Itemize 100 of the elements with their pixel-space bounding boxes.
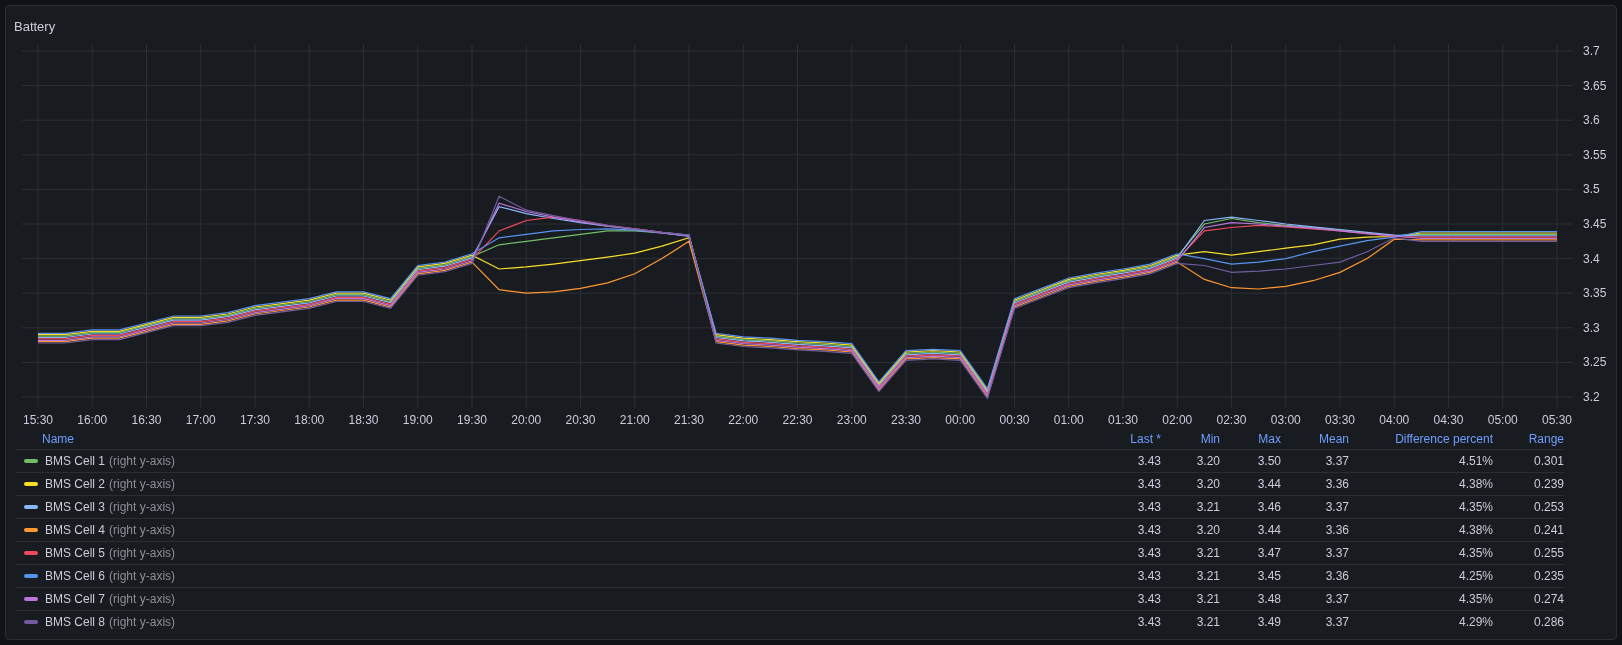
x-axis-label: 17:00 (185, 413, 216, 427)
x-axis-label: 03:00 (1270, 413, 1301, 427)
table-cell-text: 3.20 (1196, 476, 1220, 493)
table-cell-text: 0.286 (1533, 614, 1564, 631)
series-name[interactable]: BMS Cell 7 (45, 590, 106, 608)
series-name[interactable]: BMS Cell 3 (45, 498, 106, 516)
series-name[interactable]: BMS Cell 2 (45, 475, 106, 493)
x-axis-label: 21:00 (619, 413, 650, 427)
column-header[interactable]: Name (16, 430, 74, 448)
series-name[interactable]: BMS Cell 6 (45, 567, 106, 585)
x-axis-label: 05:00 (1487, 413, 1518, 427)
axis-note: (right y-axis) (108, 522, 176, 539)
table-cell-text: 3.43 (1137, 453, 1161, 470)
y-axis-label: 3.4 (1583, 251, 1600, 266)
table-cell-text: 3.43 (1137, 568, 1161, 585)
x-axis-label: 00:30 (999, 413, 1030, 427)
axis-note: (right y-axis) (108, 591, 176, 608)
table-cell-text: 0.274 (1533, 591, 1564, 608)
x-axis-label: 00:00 (945, 413, 976, 427)
x-axis-label: 23:30 (891, 413, 921, 427)
table-cell-text: 3.43 (1137, 522, 1161, 539)
table-cell-text: 4.38% (1458, 522, 1493, 539)
table-cell-text: 3.21 (1196, 545, 1220, 562)
series-name[interactable]: BMS Cell 8 (45, 613, 106, 631)
x-axis-label: 17:30 (240, 413, 270, 427)
table-cell-text: 3.20 (1196, 453, 1220, 470)
table-cell-text: 0.301 (1533, 453, 1564, 470)
table-cell-text: 4.35% (1458, 591, 1493, 608)
series-name[interactable]: BMS Cell 4 (45, 521, 106, 539)
table-cell-text: 3.50 (1257, 453, 1281, 470)
y-axis-label: 3.25 (1583, 355, 1606, 370)
table-cell-text: 3.49 (1257, 614, 1281, 631)
table-cell-text: 3.43 (1137, 614, 1161, 631)
x-axis-label: 04:30 (1433, 413, 1464, 427)
x-axis-label: 21:30 (674, 413, 704, 427)
table-cell-text: 3.37 (1325, 499, 1349, 516)
series-name[interactable]: BMS Cell 5 (45, 544, 106, 562)
table-cell-text: 4.35% (1458, 499, 1493, 516)
column-header[interactable]: Last * (1130, 430, 1161, 448)
x-axis-label: 18:30 (348, 413, 379, 427)
table-cell-text: 3.21 (1196, 591, 1220, 608)
x-axis-label: 01:30 (1108, 413, 1138, 427)
table-cell-text: 3.43 (1137, 476, 1161, 493)
axis-note: (right y-axis) (108, 499, 176, 516)
column-header[interactable]: Max (1258, 430, 1281, 448)
x-axis-label: 22:00 (728, 413, 759, 427)
table-cell-text: 3.43 (1137, 545, 1161, 562)
x-axis-label: 20:30 (565, 413, 596, 427)
x-axis-label: 03:30 (1325, 413, 1355, 427)
axis-note: (right y-axis) (108, 568, 176, 585)
y-axis-label: 3.45 (1583, 217, 1606, 231)
table-cell-text: 4.51% (1458, 453, 1493, 470)
x-axis-label: 22:30 (782, 413, 813, 427)
column-header[interactable]: Min (1200, 430, 1220, 448)
y-axis-label: 3.3 (1583, 320, 1600, 335)
y-axis-label: 3.6 (1583, 113, 1600, 128)
table-cell-text: 0.239 (1533, 476, 1564, 493)
panel-title: Battery (14, 19, 56, 34)
column-header[interactable]: Difference percent (1395, 430, 1493, 448)
table-cell-text: 4.29% (1458, 614, 1493, 631)
x-axis-label: 19:00 (402, 413, 433, 427)
x-axis-label: 01:00 (1053, 413, 1084, 427)
axis-note: (right y-axis) (108, 453, 176, 470)
table-cell-text: 3.45 (1257, 568, 1281, 585)
table-cell-text: 3.44 (1257, 522, 1281, 539)
table-cell-text: 4.35% (1458, 545, 1493, 562)
column-header[interactable]: Range (1528, 430, 1564, 448)
table-cell-text: 3.37 (1325, 614, 1349, 631)
axis-note: (right y-axis) (108, 476, 176, 493)
y-axis-label: 3.55 (1583, 147, 1606, 162)
x-axis-label: 15:30 (23, 413, 53, 427)
x-axis-label: 18:00 (294, 413, 325, 427)
x-axis-label: 16:30 (131, 413, 162, 427)
x-axis-label: 23:00 (836, 413, 867, 427)
table-cell-text: 3.36 (1325, 522, 1349, 539)
y-axis-label: 3.65 (1583, 78, 1606, 93)
table-cell-text: 0.235 (1533, 568, 1564, 585)
column-header[interactable]: Mean (1318, 430, 1349, 448)
x-axis-label: 02:30 (1216, 413, 1247, 427)
table-cell-text: 3.37 (1325, 545, 1349, 562)
table-cell-text: 3.46 (1257, 499, 1281, 516)
table-cell-text: 3.37 (1325, 453, 1349, 470)
series-name[interactable]: BMS Cell 1 (45, 452, 106, 470)
table-cell-text: 3.36 (1325, 476, 1349, 493)
table-cell-text: 4.38% (1458, 476, 1493, 493)
y-axis-label: 3.35 (1583, 286, 1606, 301)
x-axis-label: 16:00 (77, 413, 108, 427)
x-axis-label: 04:00 (1379, 413, 1410, 427)
table-cell-text: 3.43 (1137, 499, 1161, 516)
x-axis-label: 02:00 (1162, 413, 1193, 427)
table-cell-text: 3.43 (1137, 591, 1161, 608)
x-axis-label: 20:00 (511, 413, 542, 427)
y-axis-label: 3.2 (1583, 390, 1600, 404)
x-axis-label: 19:30 (457, 413, 487, 427)
table-cell-text: 3.21 (1196, 568, 1220, 585)
table-cell-text: 4.25% (1458, 568, 1493, 585)
table-cell-text: 3.21 (1196, 614, 1220, 631)
table-cell-text: 3.44 (1257, 476, 1281, 493)
axis-note: (right y-axis) (108, 614, 176, 631)
y-axis-label: 3.5 (1583, 182, 1600, 197)
